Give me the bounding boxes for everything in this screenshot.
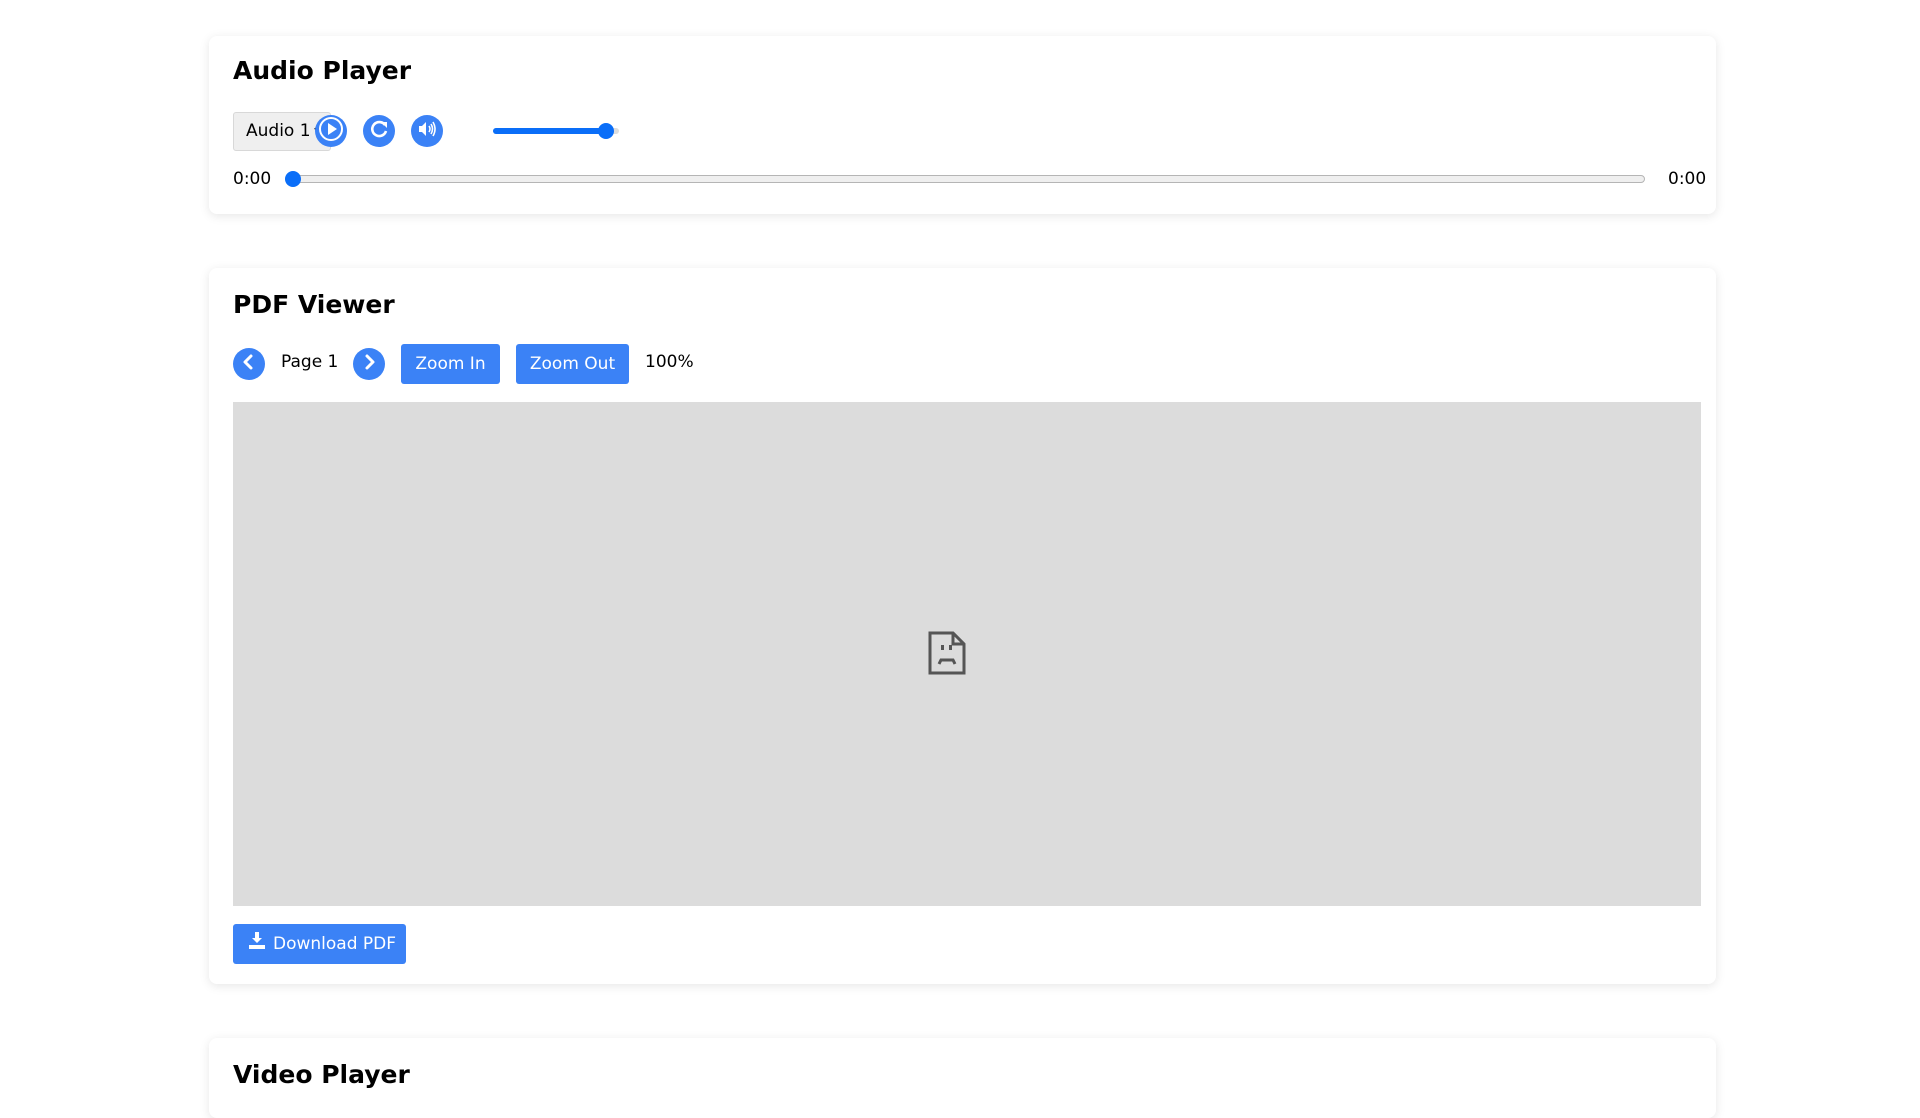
volume-button[interactable] bbox=[411, 115, 443, 147]
seek-thumb[interactable] bbox=[285, 171, 301, 187]
current-time: 0:00 bbox=[233, 169, 272, 189]
volume-fill bbox=[493, 128, 606, 134]
download-pdf-label: Download PDF bbox=[273, 934, 397, 954]
zoom-out-button[interactable]: Zoom Out bbox=[516, 344, 629, 384]
rotate-right-icon bbox=[363, 113, 395, 149]
page-label: Page 1 bbox=[281, 352, 339, 372]
audio-track-selected: Audio 1 bbox=[246, 121, 311, 141]
video-player-card: Video Player bbox=[209, 1038, 1716, 1118]
chevron-right-icon bbox=[353, 346, 385, 382]
video-player-title: Video Player bbox=[233, 1060, 410, 1089]
play-button[interactable] bbox=[315, 115, 347, 147]
volume-icon bbox=[411, 113, 443, 149]
zoom-level: 100% bbox=[645, 352, 694, 372]
seek-slider[interactable] bbox=[285, 171, 1645, 187]
download-icon bbox=[249, 924, 273, 964]
play-icon bbox=[315, 113, 347, 149]
broken-document-icon bbox=[927, 631, 967, 679]
duration: 0:00 bbox=[1668, 169, 1707, 189]
next-page-button[interactable] bbox=[353, 348, 385, 380]
seek-track bbox=[285, 175, 1645, 183]
volume-slider[interactable] bbox=[493, 123, 619, 139]
replay-button[interactable] bbox=[363, 115, 395, 147]
download-pdf-button[interactable]: Download PDF bbox=[233, 924, 406, 964]
audio-player-title: Audio Player bbox=[233, 56, 412, 85]
previous-page-button[interactable] bbox=[233, 348, 265, 380]
zoom-in-button[interactable]: Zoom In bbox=[401, 344, 500, 384]
pdf-display-area bbox=[233, 402, 1701, 906]
audio-player-card: Audio Player Audio 1 0:00 0:00 bbox=[209, 36, 1716, 214]
volume-thumb[interactable] bbox=[597, 123, 614, 139]
pdf-viewer-card: PDF Viewer Page 1 Zoom In Zoom Out 100% … bbox=[209, 268, 1716, 984]
pdf-viewer-title: PDF Viewer bbox=[233, 290, 395, 319]
chevron-left-icon bbox=[233, 346, 265, 382]
